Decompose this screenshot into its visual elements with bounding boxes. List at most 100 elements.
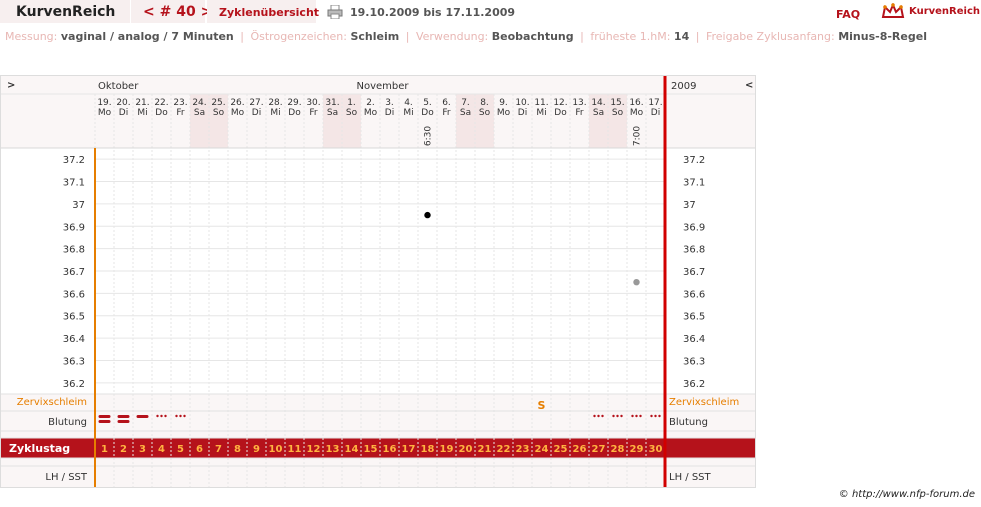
temperature-point[interactable]: [633, 278, 640, 286]
day-date: 2.: [366, 98, 375, 108]
day-date: 3.: [385, 98, 394, 108]
day-date: 15.: [610, 98, 624, 108]
bleeding-mark-light[interactable]: [620, 414, 623, 418]
day-weekday: Mi: [536, 108, 546, 118]
day-date: 9.: [499, 98, 508, 108]
chart-next-button[interactable]: <: [745, 80, 753, 91]
bleeding-mark-light[interactable]: [156, 414, 159, 418]
day-weekday: So: [346, 108, 358, 118]
bleeding-mark-light[interactable]: [639, 414, 642, 418]
temp-tick-left: 37.1: [63, 178, 85, 189]
messung-label: Messung:: [5, 30, 58, 43]
day-date: 25.: [211, 98, 225, 108]
brand-label[interactable]: KurvenReich: [909, 6, 980, 17]
temp-tick-left: 36.3: [63, 356, 85, 367]
bleeding-mark-light[interactable]: [650, 414, 653, 418]
cycle-day-number: 30: [649, 444, 663, 455]
month-label: Oktober: [98, 81, 139, 92]
bleeding-mark-light[interactable]: [160, 414, 163, 418]
day-weekday: Mi: [270, 108, 280, 118]
bleeding-mark-light[interactable]: [616, 414, 619, 418]
day-weekday: Di: [119, 108, 128, 118]
bleeding-mark-heavy[interactable]: [98, 415, 111, 418]
temp-tick-left: 36.9: [63, 222, 85, 233]
oestrogen-value: Schleim: [350, 30, 400, 43]
day-weekday: Fr: [442, 108, 451, 118]
oestrogen-label: Östrogenzeichen:: [250, 30, 347, 43]
cycle-day-number: 13: [326, 444, 340, 455]
faq-link[interactable]: FAQ: [836, 8, 860, 21]
cycle-overview-link[interactable]: Zyklenübersicht: [219, 6, 319, 19]
lh-label-left: LH / SST: [45, 472, 88, 483]
top-bar: KurvenReich < # 40 > Zyklenübersicht 19.…: [0, 0, 981, 24]
crown-logo-icon[interactable]: [881, 3, 905, 21]
bleeding-mark-light[interactable]: [179, 414, 182, 418]
bleeding-mark-light[interactable]: [654, 414, 657, 418]
bleeding-mark-light[interactable]: [597, 414, 600, 418]
day-weekday: Sa: [593, 108, 604, 118]
app-title[interactable]: KurvenReich: [16, 4, 115, 20]
day-date: 27.: [249, 98, 263, 108]
temperature-point[interactable]: [424, 211, 431, 219]
cycle-day-number: 29: [630, 444, 644, 455]
bleeding-mark-light[interactable]: [658, 414, 661, 418]
day-date: 4.: [404, 98, 413, 108]
day-date: 22.: [154, 98, 168, 108]
cycle-info-bar: Messung: vaginal / analog / 7 Minuten | …: [5, 30, 927, 43]
cycle-day-number: 7: [215, 444, 222, 455]
day-weekday: Do: [554, 108, 567, 118]
cycle-day-number: 4: [158, 444, 165, 455]
day-date: 19.: [97, 98, 111, 108]
bleeding-mark-heavy[interactable]: [98, 420, 111, 423]
bleeding-mark-medium[interactable]: [136, 415, 149, 418]
measure-time: 6:30: [424, 126, 434, 146]
bleeding-mark-light[interactable]: [612, 414, 615, 418]
bleeding-mark-light[interactable]: [631, 414, 634, 418]
cycle-day-number: 14: [345, 444, 359, 455]
day-weekday: So: [213, 108, 225, 118]
day-date: 16.: [629, 98, 643, 108]
bleeding-mark-light[interactable]: [164, 414, 167, 418]
bleeding-mark-heavy[interactable]: [117, 420, 130, 423]
verwendung-value: Beobachtung: [491, 30, 574, 43]
cycle-day-number: 23: [516, 444, 530, 455]
cycle-number-nav[interactable]: < # 40 >: [143, 4, 212, 20]
cycle-day-number: 22: [497, 444, 511, 455]
bleeding-mark-light[interactable]: [601, 414, 604, 418]
cycle-day-number: 2: [120, 444, 127, 455]
bleeding-mark-light[interactable]: [183, 414, 186, 418]
day-weekday: Mi: [403, 108, 413, 118]
day-weekday: Mo: [231, 108, 245, 118]
date-range: 19.10.2009 bis 17.11.2009: [350, 6, 516, 19]
printer-icon[interactable]: [327, 5, 343, 19]
bleeding-mark-light[interactable]: [175, 414, 178, 418]
day-weekday: Sa: [460, 108, 471, 118]
bleeding-mark-light[interactable]: [635, 414, 638, 418]
temp-tick-left: 36.6: [63, 289, 85, 300]
cycle-chart: 37.2 37.2 37.1 37.1 37 37 36.9 36.9 36.8 36.8 36.7…: [0, 75, 756, 488]
temp-tick-right: 36.8: [683, 245, 705, 256]
bleeding-mark-light[interactable]: [593, 414, 596, 418]
day-date: 7.: [461, 98, 470, 108]
day-weekday: Di: [252, 108, 261, 118]
cycle-day-number: 21: [478, 444, 492, 455]
zervix-mark[interactable]: S: [538, 399, 546, 412]
footer-credit: © http://www.nfp-forum.de: [838, 489, 975, 500]
cycle-day-number: 3: [139, 444, 146, 455]
day-weekday: Mo: [630, 108, 644, 118]
lh-label-right: LH / SST: [669, 472, 712, 483]
temp-tick-left: 36.5: [63, 312, 85, 323]
bleeding-mark-heavy[interactable]: [117, 415, 130, 418]
chart-prev-button[interactable]: >: [7, 80, 15, 91]
day-weekday: Sa: [194, 108, 205, 118]
day-weekday: Mo: [497, 108, 511, 118]
blutung-label-right: Blutung: [669, 417, 708, 428]
day-weekday: Do: [288, 108, 301, 118]
cycle-day-number: 17: [402, 444, 416, 455]
fhm-value: 14: [673, 30, 690, 43]
cycle-day-number: 18: [421, 444, 435, 455]
day-weekday: Sa: [327, 108, 338, 118]
day-date: 29.: [287, 98, 301, 108]
day-date: 26.: [230, 98, 244, 108]
day-date: 23.: [173, 98, 187, 108]
